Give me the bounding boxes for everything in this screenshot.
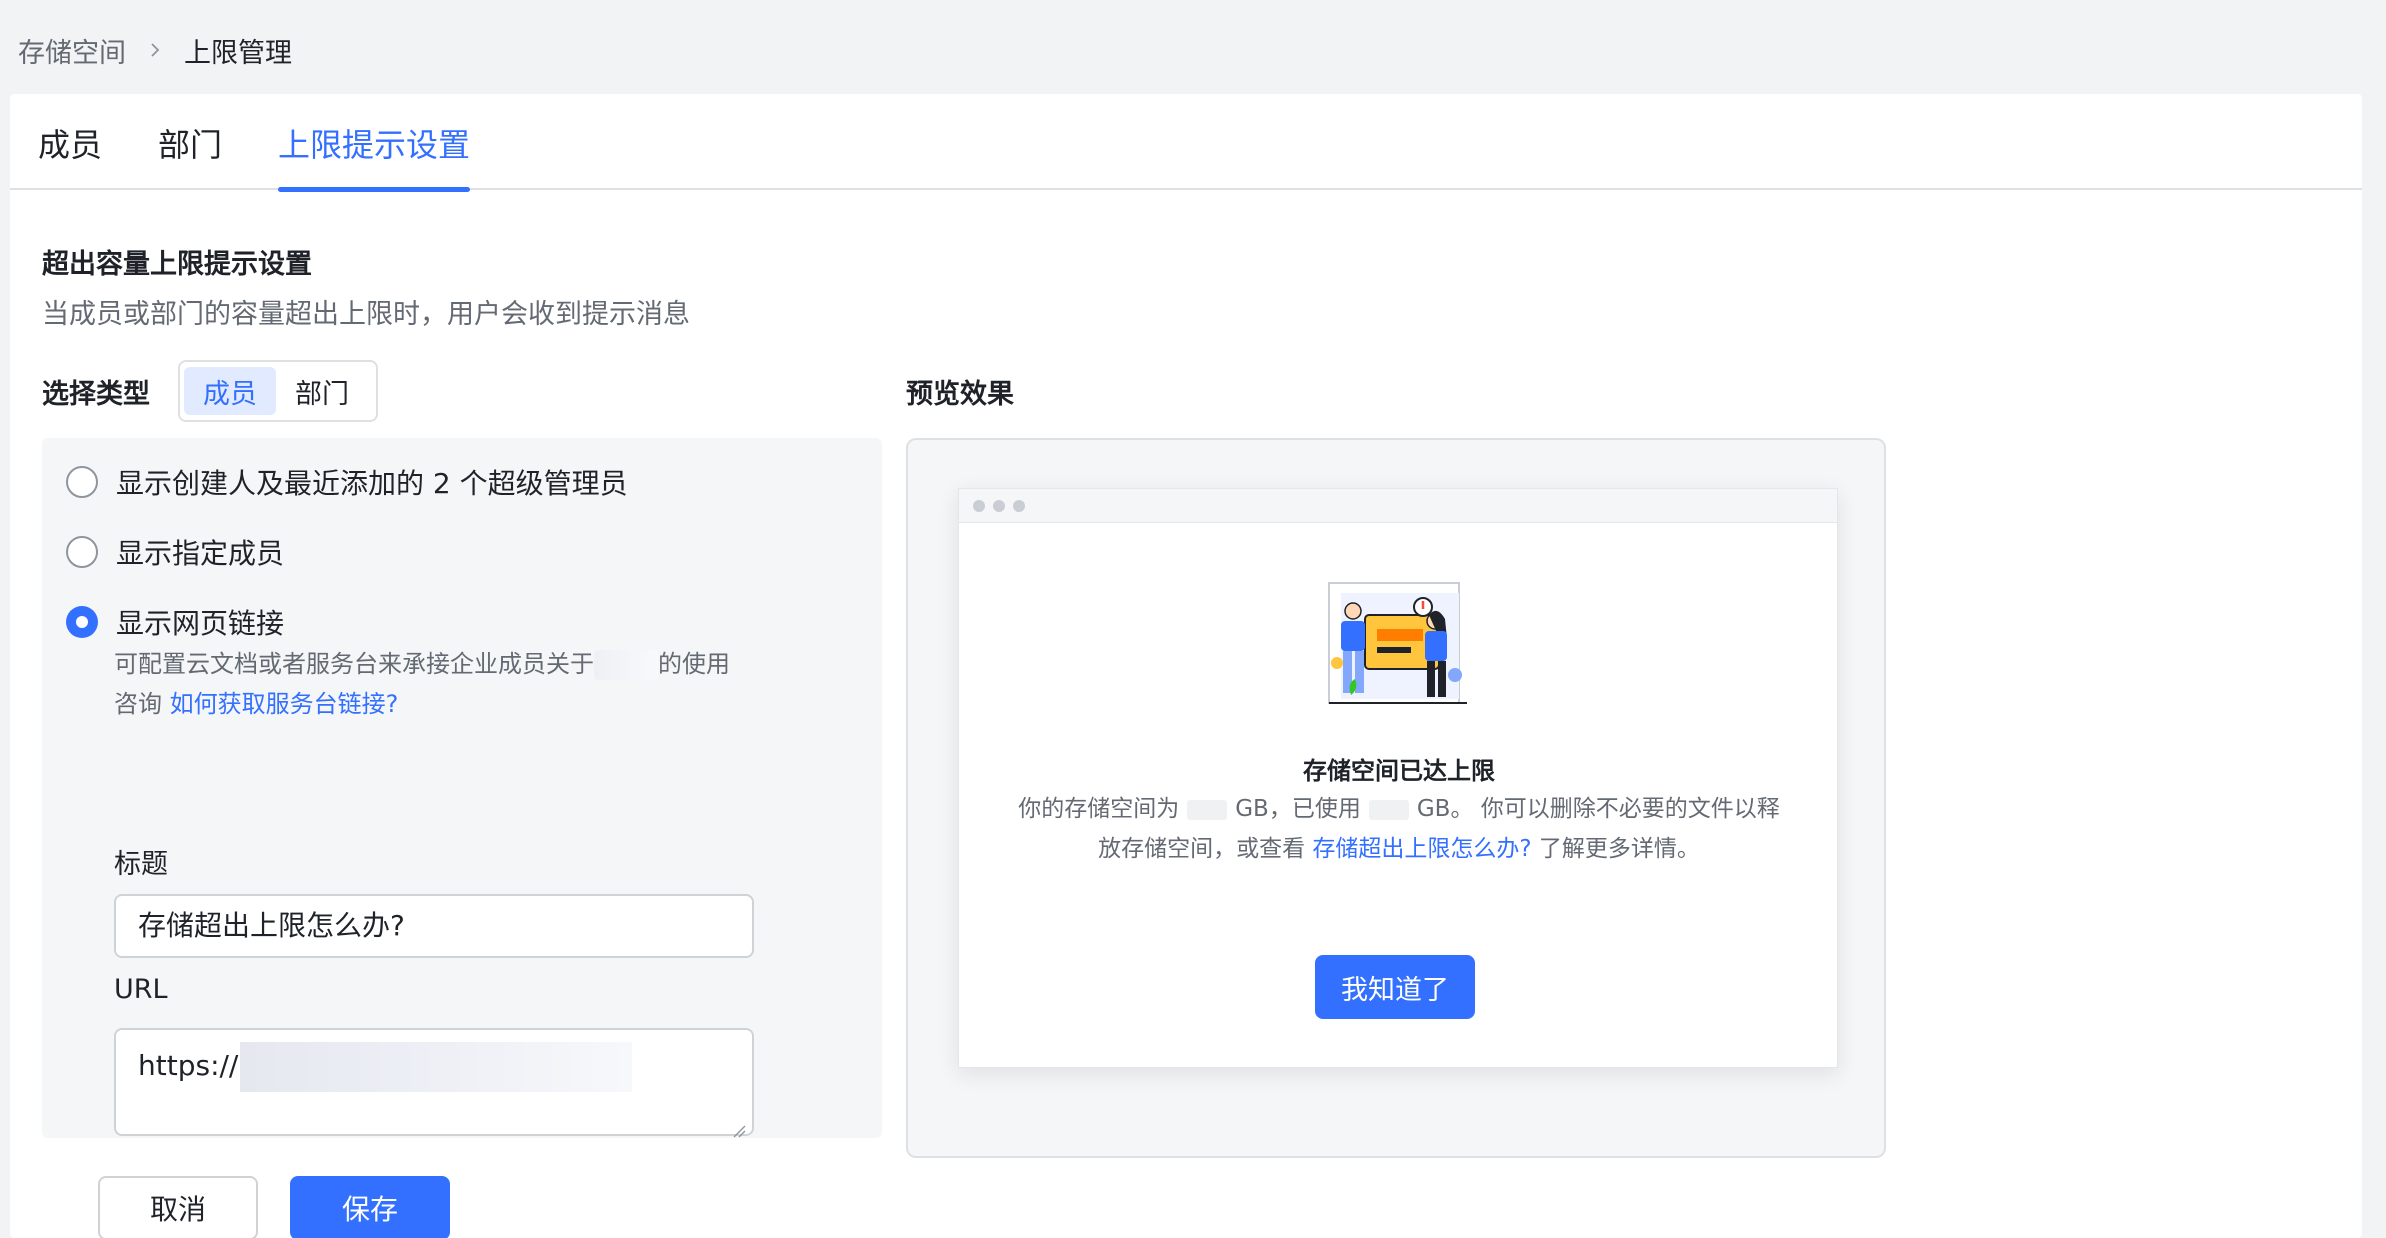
dialog-text: 放存储空间，或查看 — [1098, 836, 1306, 862]
breadcrumb: 存储空间 上限管理 — [18, 30, 292, 70]
tab-departments[interactable]: 部门 — [158, 120, 222, 190]
tab-members[interactable]: 成员 — [38, 120, 102, 190]
url-textarea[interactable]: https:// — [114, 1028, 754, 1138]
title-field-label: 标题 — [114, 849, 168, 880]
window-dot-icon — [993, 499, 1005, 512]
tab-limit-notice-settings[interactable]: 上限提示设置 — [278, 120, 471, 192]
settings-panel: 显示创建人及最近添加的 2 个超级管理员 显示指定成员 显示网页链接 可配置云文… — [42, 438, 882, 1238]
help-desk-link[interactable]: 如何获取服务台链接? — [170, 690, 399, 718]
type-option-departments[interactable]: 部门 — [276, 367, 368, 415]
radio-button-checked[interactable] — [66, 606, 98, 638]
dialog-text: GB，已使用 — [1235, 796, 1361, 822]
radio-option-creator-admins[interactable]: 显示创建人及最近添加的 2 个超级管理员 — [66, 462, 628, 502]
radio-label: 显示创建人及最近添加的 2 个超级管理员 — [116, 467, 628, 500]
radio-button[interactable] — [66, 466, 98, 498]
title-input[interactable]: 存储超出上限怎么办? — [114, 894, 754, 958]
breadcrumb-current: 上限管理 — [184, 37, 292, 69]
tab-bar: 成员 部门 上限提示设置 — [10, 94, 2362, 192]
redacted-url — [240, 1042, 633, 1092]
dialog-text: GB。 你可以删除不必要的文件以释 — [1416, 796, 1780, 822]
storage-help-link[interactable]: 存储超出上限怎么办? — [1312, 836, 1531, 862]
hint-text: 咨询 — [114, 690, 162, 718]
radio-label: 显示指定成员 — [116, 537, 285, 570]
dialog-text: 了解更多详情。 — [1538, 836, 1700, 862]
hint-text: 可配置云文档或者服务台来承接企业成员关于 — [114, 650, 594, 678]
window-dot-icon — [1013, 499, 1025, 512]
resize-handle-icon[interactable] — [730, 1112, 746, 1138]
type-segmented-control: 成员 部门 — [178, 360, 378, 422]
cancel-button[interactable]: 取消 — [98, 1176, 258, 1238]
redacted-value — [1368, 799, 1409, 820]
radio-label: 显示网页链接 — [116, 607, 285, 640]
breadcrumb-root[interactable]: 存储空间 — [18, 31, 126, 70]
hint-text: 的使用 — [658, 650, 730, 678]
window-dot-icon — [973, 499, 985, 512]
radio-option-specified-members[interactable]: 显示指定成员 — [66, 532, 284, 572]
preview-window: 存储空间已达上限 你的存储空间为 GB，已使用 GB。 你可以删除不必要的文件以释 … — [958, 488, 1838, 1068]
radio-button[interactable] — [66, 536, 98, 568]
dialog-body: 你的存储空间为 GB，已使用 GB。 你可以删除不必要的文件以释 放存储空间，或查看… — [989, 789, 1809, 869]
url-value: https:// — [138, 1049, 239, 1082]
type-select-label: 选择类型 — [42, 379, 150, 410]
dialog-text: 你的存储空间为 — [1018, 796, 1180, 822]
url-field-label: URL — [114, 974, 168, 1005]
got-it-button[interactable]: 我知道了 — [1315, 955, 1475, 1019]
preview-label: 预览效果 — [906, 379, 1014, 410]
section-title: 超出容量上限提示设置 — [42, 249, 312, 280]
web-link-hint: 可配置云文档或者服务台来承接企业成员关于 的使用 咨询 如何获取服务台链接? — [114, 644, 754, 724]
redacted-text — [594, 650, 658, 680]
save-button[interactable]: 保存 — [290, 1176, 450, 1238]
content-card: 成员 部门 上限提示设置 超出容量上限提示设置 当成员或部门的容量超出上限时，用… — [10, 94, 2362, 1238]
storage-full-illustration-icon — [1328, 582, 1467, 704]
preview-container: 存储空间已达上限 你的存储空间为 GB，已使用 GB。 你可以删除不必要的文件以释 … — [906, 438, 1886, 1158]
dialog-title: 存储空间已达上限 — [1303, 757, 1495, 785]
chevron-right-icon — [140, 35, 170, 65]
radio-option-web-link[interactable]: 显示网页链接 — [66, 602, 284, 642]
type-option-members[interactable]: 成员 — [184, 367, 276, 415]
section-description: 当成员或部门的容量超出上限时，用户会收到提示消息 — [42, 299, 690, 330]
redacted-value — [1187, 799, 1228, 820]
window-titlebar — [959, 489, 1837, 523]
